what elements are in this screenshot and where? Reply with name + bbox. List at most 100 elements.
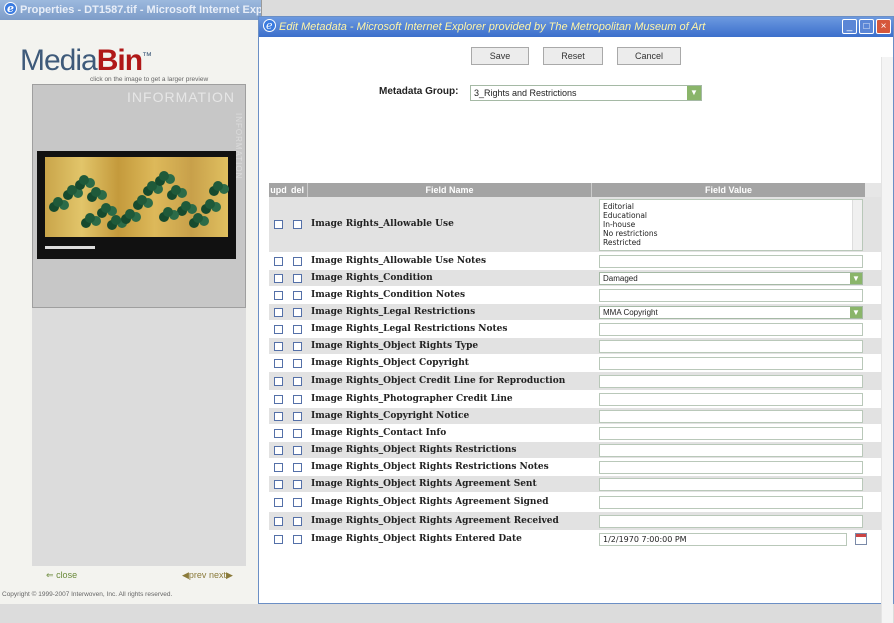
field-value-input[interactable]	[599, 339, 863, 353]
upd-checkbox[interactable]	[274, 307, 283, 317]
minimize-icon[interactable]: _	[842, 19, 857, 34]
upd-checkbox[interactable]	[274, 411, 283, 421]
metadata-group-select[interactable]: 3_Rights and Restrictions ▼	[470, 85, 702, 101]
del-checkbox[interactable]	[293, 324, 302, 334]
upd-checkbox[interactable]	[274, 534, 283, 544]
maximize-icon[interactable]: □	[859, 19, 874, 34]
upd-checkbox[interactable]	[274, 479, 283, 489]
field-value-input[interactable]	[599, 254, 863, 268]
date-field[interactable]: 1/2/1970 7:00:00 PM	[599, 532, 847, 546]
field-value-input[interactable]	[599, 460, 863, 474]
chevron-down-icon[interactable]: ▼	[850, 272, 862, 284]
field-name: Image Rights_Object Rights Agreement Rec…	[311, 515, 559, 526]
prev-next-links[interactable]: ◀prev next▶	[182, 570, 233, 581]
edit-metadata-titlebar[interactable]: Edit Metadata - Microsoft Internet Explo…	[259, 17, 893, 37]
del-checkbox[interactable]	[293, 428, 302, 438]
properties-titlebar[interactable]: Properties - DT1587.tif - Microsoft Inte…	[0, 0, 261, 20]
save-button[interactable]: Save	[471, 47, 529, 65]
field-value-input[interactable]	[599, 495, 863, 509]
upd-checkbox[interactable]	[274, 341, 283, 351]
table-row: Image Rights_Contact Info	[269, 425, 881, 442]
list-option[interactable]: No restrictions	[603, 229, 859, 238]
del-checkbox[interactable]	[293, 273, 302, 283]
list-option[interactable]: Educational	[603, 211, 859, 220]
field-name: Image Rights_Copyright Notice	[311, 410, 470, 421]
upd-checkbox[interactable]	[274, 428, 283, 438]
field-name: Image Rights_Allowable Use Notes	[311, 255, 487, 266]
next-arrow-icon: ▶	[225, 570, 233, 580]
del-checkbox[interactable]	[293, 220, 302, 229]
field-name: Image Rights_Photographer Credit Line	[311, 393, 513, 404]
left-content-area	[32, 308, 246, 566]
del-checkbox[interactable]	[293, 341, 302, 351]
upd-checkbox[interactable]	[274, 462, 283, 472]
field-name: Image Rights_Object Rights Entered Date	[311, 533, 522, 544]
image-thumbnail[interactable]	[37, 151, 236, 259]
table-row: Image Rights_Object Rights Agreement Sen…	[269, 476, 881, 493]
field-value-input[interactable]	[599, 409, 863, 423]
field-value-input[interactable]	[599, 322, 863, 336]
list-option[interactable]: Restricted	[603, 238, 859, 247]
field-value-input[interactable]	[599, 426, 863, 440]
list-option[interactable]: In-house	[603, 220, 859, 229]
del-checkbox[interactable]	[293, 534, 302, 544]
field-value-input[interactable]	[599, 392, 863, 406]
calendar-icon[interactable]	[855, 532, 867, 545]
field-value-input[interactable]	[599, 288, 863, 302]
table-body: Image Rights_Allowable Use Editorial Educa…	[269, 197, 881, 548]
del-checkbox[interactable]	[293, 411, 302, 421]
upd-checkbox[interactable]	[274, 497, 283, 507]
del-checkbox[interactable]	[293, 376, 302, 386]
upd-checkbox[interactable]	[274, 256, 283, 266]
del-checkbox[interactable]	[293, 290, 302, 300]
table-row: Image Rights_Object Copyright	[269, 355, 881, 372]
upd-checkbox[interactable]	[274, 358, 283, 368]
del-checkbox[interactable]	[293, 358, 302, 368]
cancel-button[interactable]: Cancel	[617, 47, 681, 65]
reset-button[interactable]: Reset	[543, 47, 603, 65]
upd-checkbox[interactable]	[274, 273, 283, 283]
chevron-down-icon[interactable]: ▼	[687, 86, 701, 100]
close-link[interactable]: ⇐ close	[46, 570, 77, 581]
table-row: Image Rights_Object Rights Type	[269, 338, 881, 355]
del-checkbox[interactable]	[293, 394, 302, 404]
close-icon[interactable]: ×	[876, 19, 891, 34]
field-name: Image Rights_Contact Info	[311, 427, 447, 438]
del-checkbox[interactable]	[293, 462, 302, 472]
field-value-select[interactable]: Damaged ▼	[599, 271, 863, 285]
mediabin-logo: MediaBin™	[20, 44, 152, 77]
upd-checkbox[interactable]	[274, 516, 283, 526]
upd-checkbox[interactable]	[274, 220, 283, 229]
upd-checkbox[interactable]	[274, 394, 283, 404]
del-checkbox[interactable]	[293, 497, 302, 507]
vertical-scrollbar[interactable]	[881, 57, 893, 623]
upd-checkbox[interactable]	[274, 376, 283, 386]
chevron-down-icon[interactable]: ▼	[850, 306, 862, 318]
del-checkbox[interactable]	[293, 445, 302, 455]
prev-link[interactable]: prev	[189, 570, 207, 580]
listbox-scrollbar[interactable]	[852, 199, 862, 250]
next-link[interactable]: next	[209, 570, 226, 580]
field-value-select[interactable]: MMA Copyright ▼	[599, 305, 863, 319]
upd-checkbox[interactable]	[274, 445, 283, 455]
del-checkbox[interactable]	[293, 516, 302, 526]
upd-checkbox[interactable]	[274, 324, 283, 334]
table-header: upd del Field Name Field Value	[269, 183, 881, 197]
field-value-input[interactable]	[599, 374, 863, 388]
field-value-input[interactable]	[599, 514, 863, 528]
field-value-input[interactable]	[599, 356, 863, 370]
upd-checkbox[interactable]	[274, 290, 283, 300]
properties-title: Properties - DT1587.tif - Microsoft Inte…	[20, 4, 261, 16]
del-checkbox[interactable]	[293, 256, 302, 266]
list-option[interactable]: Editorial	[603, 202, 859, 211]
del-checkbox[interactable]	[293, 307, 302, 317]
field-name: Image Rights_Object Rights Restrictions …	[311, 461, 549, 472]
del-checkbox[interactable]	[293, 479, 302, 489]
info-heading: INFORMATION	[127, 89, 235, 105]
table-row: Image Rights_Photographer Credit Line	[269, 391, 881, 408]
field-name: Image Rights_Object Rights Type	[311, 340, 479, 351]
field-value-input[interactable]	[599, 443, 863, 457]
field-value-input[interactable]	[599, 477, 863, 491]
table-row: Image Rights_Legal Restrictions Notes	[269, 321, 881, 338]
field-value-listbox[interactable]: Editorial Educational In-house No restricti…	[599, 198, 863, 251]
